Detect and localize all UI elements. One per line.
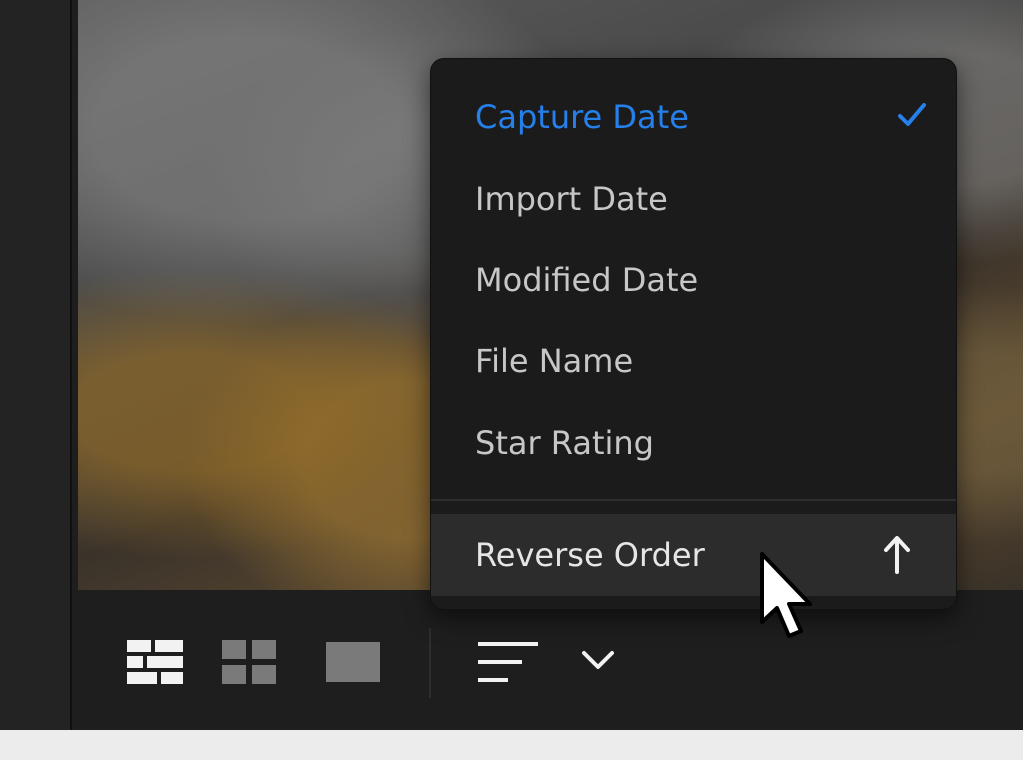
sort-option-file-name[interactable]: File Name — [431, 321, 956, 401]
mouse-pointer-icon — [760, 552, 812, 638]
checkmark-icon — [898, 103, 926, 126]
sort-option-label: Modified Date — [475, 261, 699, 299]
sort-option-capture-date[interactable]: Capture Date — [431, 77, 956, 157]
square-grid-view-icon — [222, 640, 276, 684]
sort-option-label: Capture Date — [475, 98, 689, 136]
sort-option-label: File Name — [475, 342, 634, 380]
chevron-down-icon — [582, 651, 614, 669]
sort-option-import-date[interactable]: Import Date — [431, 159, 956, 239]
window-bottom-bar — [0, 730, 1023, 760]
left-panel — [0, 0, 72, 730]
reverse-order-option[interactable]: Reverse Order — [431, 514, 956, 596]
arrow-up-icon — [884, 536, 910, 574]
sort-lines-icon — [478, 642, 538, 682]
sort-option-label: Star Rating — [475, 424, 654, 462]
single-view-icon — [326, 642, 380, 682]
toolbar-divider — [429, 628, 431, 698]
mosaic-view-icon — [127, 640, 183, 684]
grid-view-button[interactable] — [222, 640, 278, 688]
sort-option-label: Import Date — [475, 180, 668, 218]
sort-option-star-rating[interactable]: Star Rating — [431, 403, 956, 483]
sort-button[interactable] — [478, 642, 540, 686]
sort-dropdown-button[interactable] — [580, 648, 616, 676]
sort-option-modified-date[interactable]: Modified Date — [431, 240, 956, 320]
menu-divider — [431, 499, 956, 501]
single-view-button[interactable] — [326, 640, 382, 688]
reverse-order-label: Reverse Order — [475, 536, 705, 574]
mosaic-view-button[interactable] — [127, 640, 183, 688]
bottom-toolbar — [72, 590, 1023, 730]
sort-menu: Capture Date Import Date Modified Date F… — [430, 58, 957, 610]
